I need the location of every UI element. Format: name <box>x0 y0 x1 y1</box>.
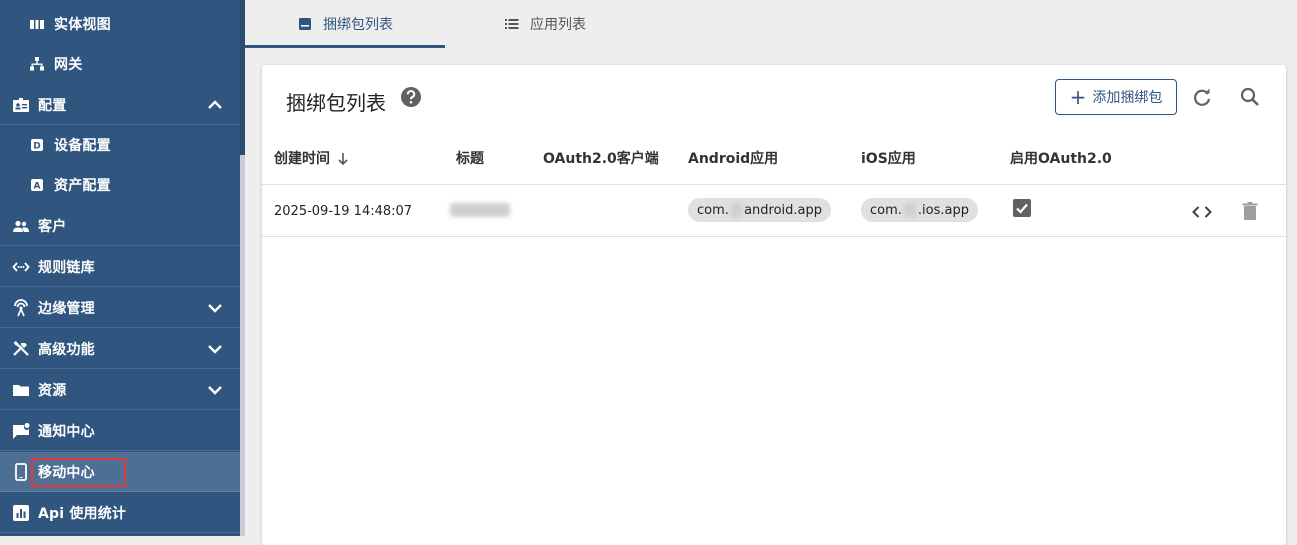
sidebar-item-label: Api 使用统计 <box>38 505 127 522</box>
sidebar-item-label: 网关 <box>54 57 83 73</box>
gateway-icon <box>28 55 46 73</box>
sidebar-item-label: 通知中心 <box>38 423 95 440</box>
check-icon <box>1016 203 1028 214</box>
sidebar-item-label: 实体视图 <box>54 17 111 33</box>
tab-label: 应用列表 <box>530 17 586 33</box>
ios-app-chip[interactable]: com. .ios.app <box>861 198 978 222</box>
oauth-enabled-checkbox[interactable] <box>1013 199 1031 217</box>
column-header-title[interactable]: 标题 <box>456 148 484 168</box>
rule-chain-icon <box>12 258 30 276</box>
sort-arrow-down-icon[interactable] <box>336 152 350 166</box>
android-app-chip[interactable]: com. android.app <box>688 198 831 222</box>
sidebar-item-resources[interactable]: 资源 <box>0 370 240 410</box>
sidebar-scrollbar-thumb[interactable] <box>240 155 245 536</box>
entity-view-icon <box>28 15 46 33</box>
cell-created-time: 2025-09-19 14:48:07 <box>274 204 413 219</box>
sidebar-item-asset-profiles[interactable]: A 资产配置 <box>0 165 240 205</box>
highlight-box <box>31 458 126 487</box>
android-app-prefix: com. <box>697 202 729 218</box>
sidebar-item-label: 边缘管理 <box>38 300 95 317</box>
api-usage-icon <box>12 504 30 522</box>
delete-icon[interactable] <box>1239 200 1261 222</box>
chevron-up-icon[interactable] <box>206 96 224 114</box>
header-divider <box>262 184 1286 185</box>
add-bundle-button-label: 添加捆绑包 <box>1092 90 1163 106</box>
edge-icon <box>12 298 30 317</box>
cell-title-redacted <box>450 202 510 217</box>
plus-icon: + <box>1069 85 1087 109</box>
sidebar-item-notification-center[interactable]: 通知中心 <box>0 411 240 451</box>
sidebar-item-label: 客户 <box>38 218 67 235</box>
tab-label: 捆绑包列表 <box>323 17 393 33</box>
sidebar-item-customers[interactable]: 客户 <box>0 206 240 246</box>
bundle-icon <box>299 18 311 30</box>
sidebar-item-label: 配置 <box>38 97 67 114</box>
active-tab-indicator <box>245 45 445 48</box>
list-icon <box>505 19 519 29</box>
help-icon[interactable] <box>400 86 422 108</box>
chevron-down-icon[interactable] <box>206 299 224 317</box>
chevron-down-icon[interactable] <box>206 381 224 399</box>
svg-text:D: D <box>33 142 40 152</box>
sidebar-item-label: 资产配置 <box>54 178 111 194</box>
android-app-suffix: android.app <box>744 202 822 218</box>
redacted-blur <box>730 203 743 217</box>
sidebar-item-gateways[interactable]: 网关 <box>0 44 240 84</box>
mobile-icon <box>12 462 30 481</box>
page-title: 捆绑包列表 <box>286 91 386 115</box>
column-header-oauth-enabled[interactable]: 启用OAuth2.0 <box>1010 148 1112 168</box>
tab-applications[interactable]: 应用列表 <box>445 0 645 48</box>
device-profile-icon: D <box>28 136 46 154</box>
sidebar-item-label: 资源 <box>38 382 67 399</box>
bundles-card: 捆绑包列表 + 添加捆绑包 创建时间 标题 OAuth2.0客户端 Androi… <box>262 65 1286 545</box>
column-header-ios-app[interactable]: iOS应用 <box>861 148 916 168</box>
customers-icon <box>12 217 30 235</box>
column-header-android-app[interactable]: Android应用 <box>688 148 778 168</box>
tab-bundles[interactable]: 捆绑包列表 <box>245 0 445 48</box>
notification-icon <box>12 422 30 440</box>
sidebar-item-profiles[interactable]: 配置 <box>0 85 240 125</box>
sidebar-item-label: 高级功能 <box>38 341 95 358</box>
ios-app-suffix: .ios.app <box>917 202 969 218</box>
tools-icon <box>12 340 30 358</box>
sidebar-item-label: 规则链库 <box>38 259 95 276</box>
sidebar-item-api-usage[interactable]: Api 使用统计 <box>0 493 240 533</box>
add-bundle-button[interactable]: + 添加捆绑包 <box>1055 79 1177 115</box>
sidebar-item-entity-views[interactable]: 实体视图 <box>0 4 240 44</box>
sidebar-item-advanced-features[interactable]: 高级功能 <box>0 329 240 369</box>
column-header-oauth-client[interactable]: OAuth2.0客户端 <box>543 148 659 168</box>
ios-app-prefix: com. <box>870 202 902 218</box>
tab-bar: 捆绑包列表 应用列表 <box>245 0 1297 48</box>
sidebar: 实体视图 网关 配置 D 设备配置 A 资产配置 客户 规则链库 边缘管理 高级… <box>0 0 245 536</box>
asset-profile-icon: A <box>28 176 46 194</box>
redacted-blur <box>450 202 510 217</box>
redacted-blur <box>903 203 916 217</box>
chevron-down-icon[interactable] <box>206 340 224 358</box>
folder-icon <box>12 381 30 399</box>
refresh-icon[interactable] <box>1190 86 1214 110</box>
row-divider <box>262 236 1286 237</box>
column-header-created-time[interactable]: 创建时间 <box>274 148 330 168</box>
sidebar-item-label: 设备配置 <box>54 138 111 154</box>
search-icon[interactable] <box>1238 85 1262 109</box>
sidebar-item-edge-management[interactable]: 边缘管理 <box>0 288 240 328</box>
sidebar-item-device-profiles[interactable]: D 设备配置 <box>0 125 240 165</box>
sidebar-item-rule-chains[interactable]: 规则链库 <box>0 247 240 287</box>
code-icon[interactable] <box>1190 200 1214 224</box>
svg-text:A: A <box>34 182 41 192</box>
profiles-icon <box>12 96 30 114</box>
